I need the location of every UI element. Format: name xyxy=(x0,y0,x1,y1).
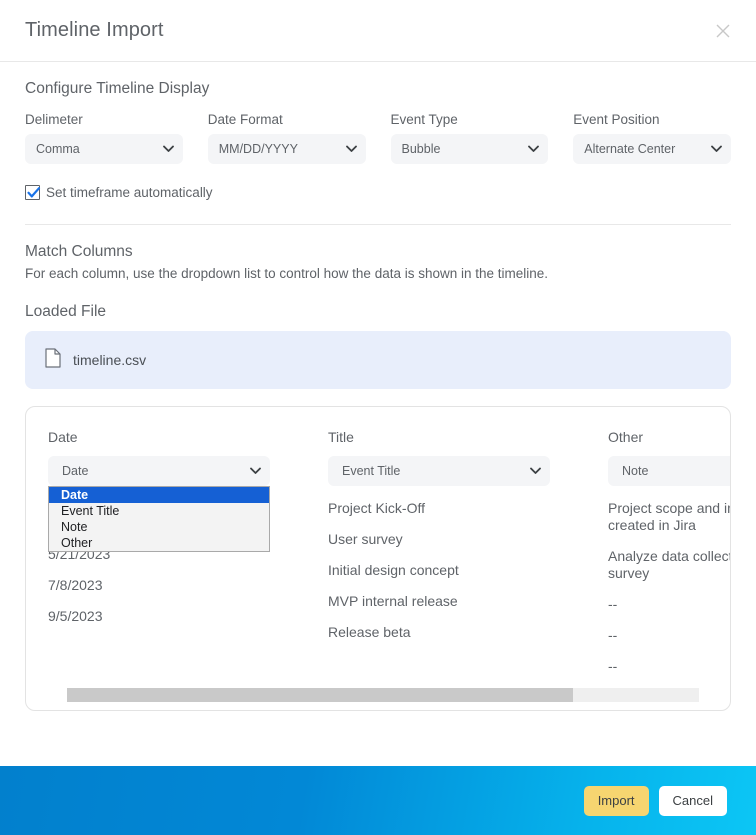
dropdown-option-event-title[interactable]: Event Title xyxy=(49,503,269,519)
table-cell: Project scope and in created in Jira xyxy=(608,500,731,534)
table-cell: -- xyxy=(608,596,731,613)
horizontal-scrollbar-thumb[interactable] xyxy=(67,688,573,702)
set-timeframe-checkbox-row[interactable]: Set timeframe automatically xyxy=(25,185,731,200)
chevron-down-icon xyxy=(250,467,261,475)
configure-section-title: Configure Timeline Display xyxy=(25,80,731,98)
file-icon xyxy=(45,348,61,373)
date-column-mapping-value: Date xyxy=(62,464,88,478)
match-columns-title: Match Columns xyxy=(25,243,731,261)
import-button[interactable]: Import xyxy=(584,786,649,816)
table-cell: User survey xyxy=(328,531,568,548)
title-column-mapping-select[interactable]: Event Title xyxy=(328,456,550,486)
field-delimiter-label: Delimeter xyxy=(25,112,183,127)
table-cell: -- xyxy=(608,627,731,644)
delimiter-select[interactable]: Comma xyxy=(25,134,183,164)
table-column-header: Other xyxy=(608,429,731,445)
other-column-mapping-select[interactable]: Note xyxy=(608,456,731,486)
field-event-type: Event Type Bubble xyxy=(391,112,549,164)
field-date-format: Date Format MM/DD/YYYY xyxy=(208,112,366,164)
close-button[interactable] xyxy=(708,16,738,46)
section-divider xyxy=(25,224,731,225)
event-position-select-value: Alternate Center xyxy=(584,142,675,156)
table-cell: 9/5/2023 xyxy=(48,608,288,625)
cancel-button[interactable]: Cancel xyxy=(659,786,727,816)
dropdown-option-date[interactable]: Date xyxy=(49,487,269,503)
table-cell: Release beta xyxy=(328,624,568,641)
event-position-select[interactable]: Alternate Center xyxy=(573,134,731,164)
table-column-header: Date xyxy=(48,429,328,445)
chevron-down-icon xyxy=(711,145,722,153)
check-icon xyxy=(25,184,42,201)
chevron-down-icon xyxy=(530,467,541,475)
table-cell: Initial design concept xyxy=(328,562,568,579)
title-column-mapping-value: Event Title xyxy=(342,464,400,478)
match-columns-table-card: Date Date Date Event Title Note Other xyxy=(25,406,731,711)
configure-fields-row: Delimeter Comma Date Format MM/DD/YYYY E… xyxy=(25,112,731,164)
table-cell: -- xyxy=(608,658,731,675)
table-cell: Project Kick-Off xyxy=(328,500,568,517)
dialog-footer: Import Cancel xyxy=(0,766,756,835)
table-cell: MVP internal release xyxy=(328,593,568,610)
dialog-header: Timeline Import xyxy=(0,0,756,62)
page-title: Timeline Import xyxy=(25,19,164,42)
horizontal-scrollbar-track[interactable] xyxy=(67,688,699,702)
table-columns-container: Date Date Date Event Title Note Other xyxy=(26,407,731,675)
field-event-position-label: Event Position xyxy=(573,112,731,127)
delimiter-select-value: Comma xyxy=(36,142,80,156)
loaded-file-name: timeline.csv xyxy=(73,352,146,368)
chevron-down-icon xyxy=(163,145,174,153)
table-cell: Analyze data collect survey xyxy=(608,548,731,582)
date-column-mapping-select[interactable]: Date xyxy=(48,456,270,486)
set-timeframe-checkbox[interactable] xyxy=(25,185,40,200)
table-column-title: Title Event Title Project Kick-Off User … xyxy=(328,429,608,675)
dropdown-option-other[interactable]: Other xyxy=(49,535,269,551)
date-format-select[interactable]: MM/DD/YYYY xyxy=(208,134,366,164)
set-timeframe-label: Set timeframe automatically xyxy=(46,185,213,200)
match-columns-description: For each column, use the dropdown list t… xyxy=(25,266,731,281)
field-date-format-label: Date Format xyxy=(208,112,366,127)
field-event-position: Event Position Alternate Center xyxy=(573,112,731,164)
date-format-select-value: MM/DD/YYYY xyxy=(219,142,298,156)
chevron-down-icon xyxy=(346,145,357,153)
close-icon xyxy=(715,23,731,39)
table-cell: 7/8/2023 xyxy=(48,577,288,594)
table-column-header: Title xyxy=(328,429,608,445)
table-column-date: Date Date Date Event Title Note Other xyxy=(48,429,328,675)
date-column-mapping-dropdown-list[interactable]: Date Event Title Note Other xyxy=(48,486,270,552)
chevron-down-icon xyxy=(528,145,539,153)
event-type-select[interactable]: Bubble xyxy=(391,134,549,164)
field-event-type-label: Event Type xyxy=(391,112,549,127)
other-column-mapping-value: Note xyxy=(622,464,648,478)
field-delimiter: Delimeter Comma xyxy=(25,112,183,164)
loaded-file-chip[interactable]: timeline.csv xyxy=(25,331,731,389)
table-column-other: Other Note Project scope and in created … xyxy=(608,429,731,675)
loaded-file-title: Loaded File xyxy=(25,303,731,321)
event-type-select-value: Bubble xyxy=(402,142,441,156)
dialog-body: Configure Timeline Display Delimeter Com… xyxy=(0,62,756,711)
dropdown-option-note[interactable]: Note xyxy=(49,519,269,535)
